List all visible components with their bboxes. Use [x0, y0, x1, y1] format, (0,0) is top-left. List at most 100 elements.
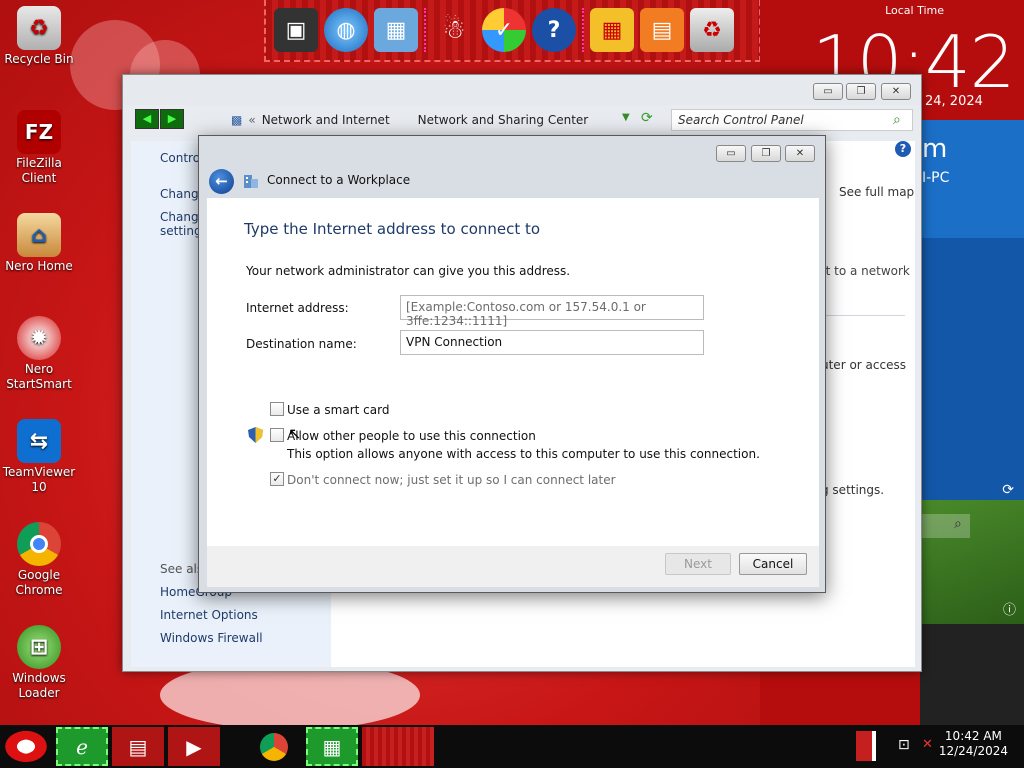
- network-tray-icon[interactable]: ⊡: [898, 737, 910, 753]
- desktop-icon-recycle-bin[interactable]: ♻ Recycle Bin: [0, 6, 78, 67]
- info-icon[interactable]: ⓘ: [1003, 599, 1016, 618]
- folder-icon[interactable]: ▤: [640, 8, 684, 52]
- close-button[interactable]: ✕: [785, 145, 815, 162]
- taskbar: ☺ ℯ ▤ ▶ ▦ ⊡ ✕ 10:42 AM 12/24/2024: [0, 725, 1024, 768]
- taskbar-window-button[interactable]: [362, 727, 434, 766]
- smart-card-checkbox[interactable]: [270, 402, 284, 416]
- desktop-icon-label: FileZilla Client: [16, 156, 62, 185]
- dropdown-arrow-icon[interactable]: ▼: [622, 112, 630, 123]
- cancel-button[interactable]: Cancel: [739, 553, 807, 575]
- windows-update-icon[interactable]: ✓: [482, 8, 526, 52]
- tray-time: 10:42 AM: [944, 729, 1002, 743]
- minimize-button[interactable]: ▭: [813, 83, 843, 100]
- internet-address-input[interactable]: [Example:Contoso.com or 157.54.0.1 or 3f…: [400, 295, 704, 328]
- breadcrumb-item[interactable]: Network and Internet: [262, 113, 390, 127]
- search-icon[interactable]: ⌕: [954, 516, 962, 532]
- nero-startsmart-icon: ✹: [17, 316, 61, 360]
- desktop-icon-filezilla[interactable]: FZ FileZilla Client: [0, 110, 78, 186]
- help-icon[interactable]: ?: [895, 141, 911, 157]
- tile-search-box[interactable]: [920, 514, 970, 538]
- internet-explorer-icon[interactable]: ℯ: [56, 727, 108, 766]
- desktop-icon-nero-startsmart[interactable]: ✹ Nero StartSmart: [0, 316, 78, 392]
- media-player-icon[interactable]: ▶: [168, 727, 220, 766]
- search-icon[interactable]: ⌕: [893, 112, 901, 128]
- network-task-text[interactable]: ct to a network: [819, 264, 910, 278]
- display-icon[interactable]: ▣: [274, 8, 318, 52]
- help-icon[interactable]: ?: [532, 8, 576, 52]
- refresh-icon[interactable]: ⟳: [641, 110, 653, 126]
- dark-tile: [920, 624, 1024, 725]
- network-task-text[interactable]: uter or access: [821, 358, 906, 372]
- mouse-cursor-icon: ↖: [288, 424, 302, 443]
- back-arrow-icon[interactable]: ←: [209, 169, 234, 194]
- desktop-icon-label: Windows Loader: [12, 671, 66, 700]
- recycle-bin-icon: ♻: [17, 6, 61, 50]
- volume-muted-icon[interactable]: ✕: [922, 737, 933, 752]
- gift-icon[interactable]: ▦: [590, 8, 634, 52]
- dock-separator: [424, 8, 426, 52]
- maximize-button[interactable]: ❐: [751, 145, 781, 162]
- desktop-icon-label: Google Chrome: [15, 568, 63, 597]
- breadcrumb-item[interactable]: Network and Sharing Center: [418, 113, 589, 127]
- trash-icon[interactable]: ♻: [690, 8, 734, 52]
- user-tile-subtext: I-PC: [922, 170, 950, 186]
- desktop-icon-chrome[interactable]: Google Chrome: [0, 522, 78, 598]
- desktop-icon-label: Recycle Bin: [4, 52, 74, 66]
- connect-to-workplace-dialog: ▭ ❐ ✕ ← Connect to a Workplace Type the …: [198, 135, 826, 593]
- see-also-link[interactable]: Internet Options: [160, 608, 258, 622]
- dialog-title: Connect to a Workplace: [267, 173, 411, 187]
- network-building-icon: [244, 175, 258, 188]
- show-desktop-strip[interactable]: [856, 731, 876, 761]
- top-dock: ▣ ◍ ▦ ☃ ✓ ? ▦ ▤ ♻: [264, 0, 761, 62]
- dialog-footer: Next Cancel: [207, 546, 819, 587]
- shield-icon: [248, 427, 263, 443]
- allow-others-label[interactable]: Allow other people to use this connectio…: [287, 429, 536, 443]
- allow-others-checkbox[interactable]: [270, 428, 284, 442]
- minimize-button[interactable]: ▭: [716, 145, 746, 162]
- dont-connect-label[interactable]: Don't connect now; just set it up so I c…: [287, 473, 616, 487]
- network-task-text[interactable]: g settings.: [821, 483, 884, 497]
- desktop-icon-label: Nero Home: [5, 259, 73, 273]
- windows-loader-icon: ⊞: [17, 625, 61, 669]
- start-button-icon[interactable]: ☺: [5, 730, 47, 763]
- internet-address-label: Internet address:: [246, 301, 349, 315]
- globe-icon[interactable]: ◍: [324, 8, 368, 52]
- dialog-subtext: Your network administrator can give you …: [246, 264, 571, 278]
- address-toolbar: ◀ ▶ ▩ « Network and Internet Network and…: [123, 105, 921, 137]
- chrome-taskbar-icon[interactable]: [248, 727, 300, 766]
- refresh-icon[interactable]: ⟳: [1002, 482, 1014, 498]
- tray-clock[interactable]: 10:42 AM 12/24/2024: [939, 729, 1008, 759]
- desktop-icon-label: Nero StartSmart: [6, 362, 72, 391]
- teamviewer-icon: ⇆: [17, 419, 61, 463]
- window-titlebar[interactable]: ▭ ❐ ✕: [123, 75, 921, 105]
- clock-label: Local Time: [885, 4, 944, 17]
- see-also-link[interactable]: Windows Firewall: [160, 631, 263, 645]
- user-tile[interactable]: m I-PC: [920, 120, 1024, 238]
- dialog-heading: Type the Internet address to connect to: [244, 220, 541, 238]
- dialog-header: ▭ ❐ ✕ ← Connect to a Workplace: [199, 136, 825, 198]
- network-icon[interactable]: ▦: [374, 8, 418, 52]
- filezilla-icon: FZ: [17, 110, 61, 154]
- network-center-taskbar-icon[interactable]: ▦: [306, 727, 358, 766]
- file-explorer-icon[interactable]: ▤: [112, 727, 164, 766]
- see-full-map-link[interactable]: See full map: [839, 185, 914, 199]
- destination-name-input[interactable]: VPN Connection: [400, 330, 704, 355]
- photo-tile[interactable]: ⌕ ⓘ: [920, 500, 1024, 624]
- chrome-icon: [17, 522, 61, 566]
- close-button[interactable]: ✕: [881, 83, 911, 100]
- desktop-icon-nero-home[interactable]: ⌂ Nero Home: [0, 213, 78, 274]
- desktop-icon-windows-loader[interactable]: ⊞ Windows Loader: [0, 625, 78, 701]
- dock-separator: [582, 8, 584, 52]
- back-button[interactable]: ◀: [135, 109, 159, 129]
- smart-card-label[interactable]: Use a smart card: [287, 403, 389, 417]
- left-pane-link[interactable]: Control: [160, 151, 203, 165]
- dont-connect-checkbox[interactable]: ✓: [270, 472, 284, 486]
- desktop-icon-teamviewer[interactable]: ⇆ TeamViewer 10: [0, 419, 78, 495]
- forward-button[interactable]: ▶: [160, 109, 184, 129]
- snowman-icon[interactable]: ☃: [432, 8, 476, 52]
- breadcrumb: ▩ « Network and Internet Network and Sha…: [231, 113, 588, 127]
- next-button[interactable]: Next: [665, 553, 731, 575]
- search-input[interactable]: Search Control Panel: [671, 109, 913, 131]
- weather-tile[interactable]: ⟳: [920, 238, 1024, 500]
- maximize-button[interactable]: ❐: [846, 83, 876, 100]
